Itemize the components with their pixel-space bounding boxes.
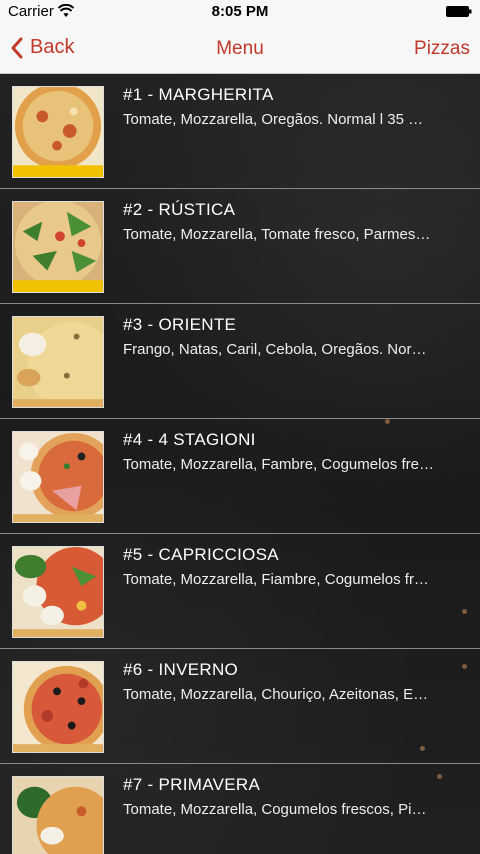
pizza-thumbnail (12, 86, 104, 178)
menu-list[interactable]: #1 - MARGHERITA Tomate, Mozzarella, Oreg… (0, 74, 480, 854)
pizza-title: #1 - MARGHERITA (123, 85, 274, 104)
list-item[interactable]: #3 - ORIENTE Frango, Natas, Caril, Cebol… (0, 304, 480, 419)
back-label: Back (30, 36, 75, 58)
pizza-title: #5 - CAPRICCIOSA (123, 545, 279, 564)
list-item[interactable]: #7 - PRIMAVERA Tomate, Mozzarella, Cogum… (0, 764, 480, 854)
list-item[interactable]: #1 - MARGHERITA Tomate, Mozzarella, Oreg… (0, 74, 480, 189)
pizza-thumbnail (12, 661, 104, 753)
pizza-description: Tomate, Mozzarella, Cogumelos frescos, P… (123, 801, 427, 818)
list-item[interactable]: #5 - CAPRICCIOSA Tomate, Mozzarella, Fia… (0, 534, 480, 649)
status-bar: Carrier 8:05 PM (0, 0, 480, 24)
pizza-description: Tomate, Mozzarella, Fiambre, Cogumelos f… (123, 571, 429, 588)
list-item[interactable]: #6 - INVERNO Tomate, Mozzarella, Chouriç… (0, 649, 480, 764)
pizza-description: Tomate, Mozzarella, Oregãos. Normal l 35… (123, 111, 424, 128)
pizza-title: #6 - INVERNO (123, 660, 239, 679)
pizza-thumbnail (12, 776, 104, 854)
pizza-description: Tomate, Mozzarella, Chouriço, Azeitonas,… (123, 686, 429, 703)
pizza-description: Frango, Natas, Caril, Cebola, Oregãos. N… (123, 341, 427, 358)
back-button[interactable]: Back (10, 36, 74, 59)
pizza-title: #3 - ORIENTE (123, 315, 237, 334)
battery-icon (446, 6, 472, 17)
navigation-bar: Back Menu Pizzas (0, 24, 480, 74)
pizza-title: #4 - 4 STAGIONI (123, 430, 256, 449)
status-time: 8:05 PM (211, 3, 269, 20)
pizzas-button[interactable]: Pizzas (414, 38, 470, 60)
pizza-description: Tomate, Mozzarella, Fambre, Cogumelos fr… (123, 456, 434, 473)
pizza-description: Tomate, Mozzarella, Tomate fresco, Parme… (123, 226, 431, 243)
list-item[interactable]: #2 - RÚSTICA Tomate, Mozzarella, Tomate … (0, 189, 480, 304)
chevron-left-icon (11, 37, 23, 58)
pizza-thumbnail (12, 546, 104, 638)
pizza-thumbnail (12, 431, 104, 523)
pizza-title: #7 - PRIMAVERA (123, 775, 261, 794)
pizza-thumbnail (12, 201, 104, 293)
pizza-thumbnail (12, 316, 104, 408)
pizza-title: #2 - RÚSTICA (123, 200, 236, 219)
list-item[interactable]: #4 - 4 STAGIONI Tomate, Mozzarella, Famb… (0, 419, 480, 534)
